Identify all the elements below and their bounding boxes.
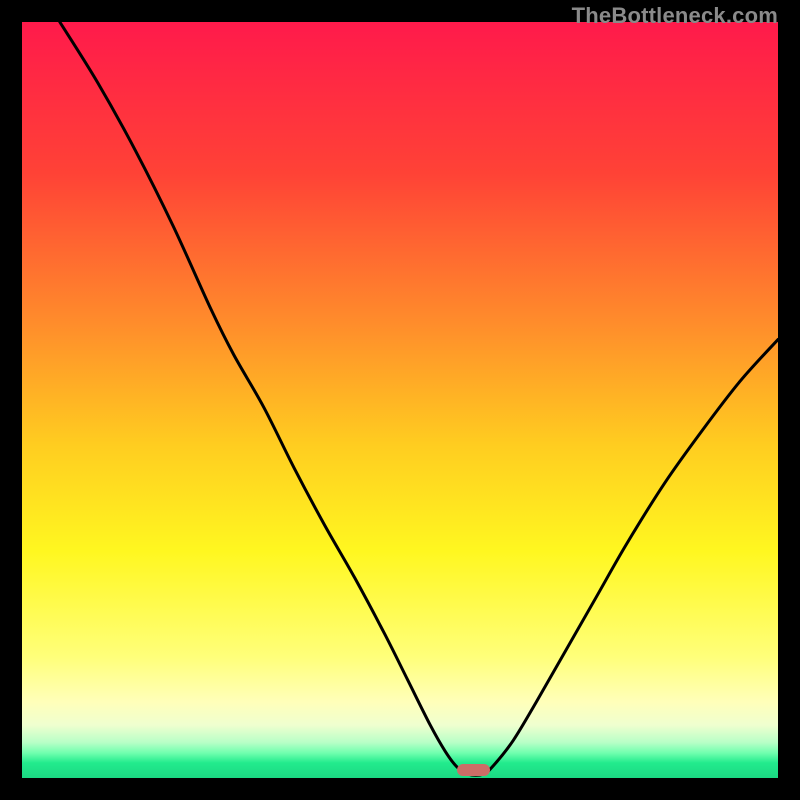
curve-layer: [22, 22, 778, 778]
bottleneck-curve: [60, 22, 778, 775]
watermark-text: TheBottleneck.com: [572, 3, 778, 29]
optimal-marker: [457, 764, 490, 776]
chart-container: TheBottleneck.com: [0, 0, 800, 800]
plot-area: [22, 22, 778, 778]
